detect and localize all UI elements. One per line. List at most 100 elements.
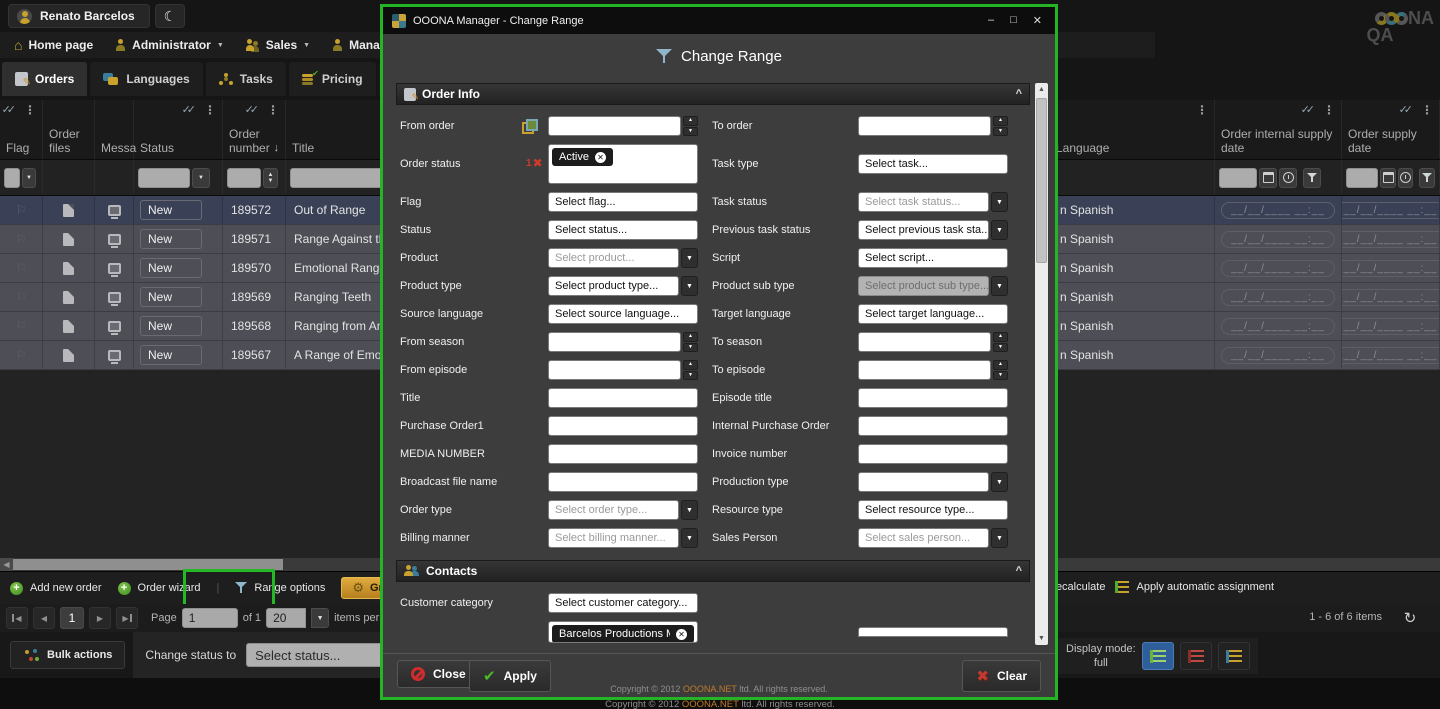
copy-icon[interactable] [522,119,536,133]
combo-input[interactable]: Select sales person... [858,528,989,548]
nav-item-sales[interactable]: Sales▼ [236,32,320,58]
number-input[interactable] [548,116,681,136]
document-icon[interactable] [63,204,74,217]
flag-icon[interactable]: ⚐ [16,261,27,275]
double-check-icon[interactable]: ✓✓ [1301,103,1315,117]
document-icon[interactable] [63,233,74,246]
chevron-down-icon[interactable]: ▼ [991,276,1008,296]
number-filter-input[interactable] [227,168,261,188]
monitor-icon[interactable] [108,263,121,274]
range-options-button[interactable]: Range options [235,582,325,594]
column-header-order-number[interactable]: ✓✓⋮Order number↓ [223,100,286,159]
dark-mode-button[interactable]: ☾ [155,4,185,28]
flag-icon[interactable]: ⚐ [16,348,27,362]
double-check-icon[interactable]: ✓✓ [2,103,16,117]
chevron-down-icon[interactable]: ▼ [311,608,329,628]
tab-tasks[interactable]: Tasks [206,62,286,96]
chevron-down-icon[interactable]: ▼ [681,528,698,548]
tab-languages[interactable]: Languages [90,62,202,96]
column-menu-icon[interactable]: ⋮ [1323,103,1335,117]
column-menu-icon[interactable]: ⋮ [24,103,36,117]
text-input[interactable] [858,416,1008,436]
page-size-select[interactable]: 20 [266,608,306,628]
calendar-button[interactable] [1259,168,1277,188]
document-icon[interactable] [63,262,74,275]
combo-input[interactable]: Select script... [858,248,1008,268]
pagination-current-page[interactable]: 1 [60,607,84,629]
collapse-icon[interactable]: ^ [1016,565,1022,577]
spinner-icon[interactable]: ▲▼ [263,168,278,188]
filter-button[interactable] [1419,168,1435,188]
text-input[interactable] [858,444,1008,464]
spinner-icon[interactable]: ▲▼ [683,360,698,380]
number-input[interactable] [858,116,991,136]
text-input[interactable] [548,416,698,436]
remove-tag-icon[interactable]: ✕ [595,152,606,163]
chevron-down-icon[interactable]: ▼ [22,168,36,188]
user-pill[interactable]: Renato Barcelos [8,4,150,28]
number-input[interactable] [548,332,681,352]
spinner-icon[interactable]: ▲▼ [683,332,698,352]
document-icon[interactable] [63,349,74,362]
refresh-button[interactable]: ↻ [1398,607,1422,629]
tab-pricing[interactable]: Pricing [289,62,376,96]
text-input[interactable] [548,388,698,408]
pagination-next-button[interactable]: ▶ [89,607,111,629]
document-icon[interactable] [63,320,74,333]
modal-titlebar[interactable]: OOONA Manager - Change Range – □ ✕ [383,7,1055,34]
spinner-icon[interactable]: ▲▼ [993,116,1008,136]
clock-button[interactable] [1279,168,1297,188]
modal-vertical-scrollbar[interactable]: ▲ ▼ [1035,83,1048,645]
scroll-down-icon[interactable]: ▼ [1035,632,1048,645]
chevron-down-icon[interactable]: ▼ [991,192,1008,212]
nav-item-home-page[interactable]: ⌂Home page [4,32,103,58]
text-input[interactable] [548,444,698,464]
combo-input[interactable]: Select product sub type... [858,276,989,296]
column-header-status[interactable]: ✓✓⋮Status [134,100,223,159]
flag-filter-input[interactable] [4,168,20,188]
monitor-icon[interactable] [108,234,121,245]
combo-input[interactable]: Select billing manner... [548,528,679,548]
column-menu-icon[interactable]: ⋮ [1196,103,1208,117]
number-input[interactable] [858,332,991,352]
column-menu-icon[interactable]: ⋮ [1421,103,1433,117]
column-header-flag[interactable]: ✓✓⋮Flag [0,100,43,159]
chevron-down-icon[interactable]: ▼ [192,168,210,188]
chevron-down-icon[interactable]: ▼ [681,248,698,268]
tab-orders[interactable]: Orders [2,62,87,96]
monitor-icon[interactable] [108,321,121,332]
minimize-button[interactable]: – [988,14,994,27]
section-header-order-info[interactable]: Order Info^ [396,83,1030,105]
column-menu-icon[interactable]: ⋮ [204,103,216,117]
combo-input[interactable]: Select resource type... [858,500,1008,520]
double-check-icon[interactable]: ✓✓ [1399,103,1413,117]
spinner-icon[interactable]: ▲▼ [993,332,1008,352]
combo-input[interactable]: Select task status... [858,192,989,212]
text-input[interactable] [548,472,698,492]
display-mode-mini-button[interactable] [1218,642,1250,670]
spinner-icon[interactable]: ▲▼ [683,116,698,136]
monitor-icon[interactable] [108,350,121,361]
close-window-button[interactable]: ✕ [1033,14,1042,27]
column-header-language[interactable]: ⋮Language [1050,100,1215,159]
scroll-left-icon[interactable]: ◀ [0,558,13,571]
combo-input[interactable]: Select flag... [548,192,698,212]
flag-icon[interactable]: ⚐ [16,290,27,304]
flag-icon[interactable]: ⚐ [16,319,27,333]
display-mode-compact-button[interactable] [1180,642,1212,670]
monitor-icon[interactable] [108,205,121,216]
column-header-order-files[interactable]: Order files [43,100,95,159]
chevron-down-icon[interactable]: ▼ [991,472,1008,492]
combo-input[interactable]: Select order type... [548,500,679,520]
text-input[interactable] [858,627,1008,637]
spinner-icon[interactable]: ▲▼ [993,360,1008,380]
bulk-actions-button[interactable]: Bulk actions [10,641,125,669]
flag-icon[interactable]: ⚐ [16,203,27,217]
combo-input[interactable]: Select product... [548,248,679,268]
column-header-order-internal-supply-date[interactable]: ✓✓⋮Order internal supply date [1215,100,1342,159]
chevron-down-icon[interactable]: ▼ [681,276,698,296]
flag-icon[interactable]: ⚐ [16,232,27,246]
order-wizard-button[interactable]: Order wizard [118,582,201,595]
combo-input[interactable] [858,472,989,492]
combo-input[interactable]: Select customer category... [548,593,698,613]
